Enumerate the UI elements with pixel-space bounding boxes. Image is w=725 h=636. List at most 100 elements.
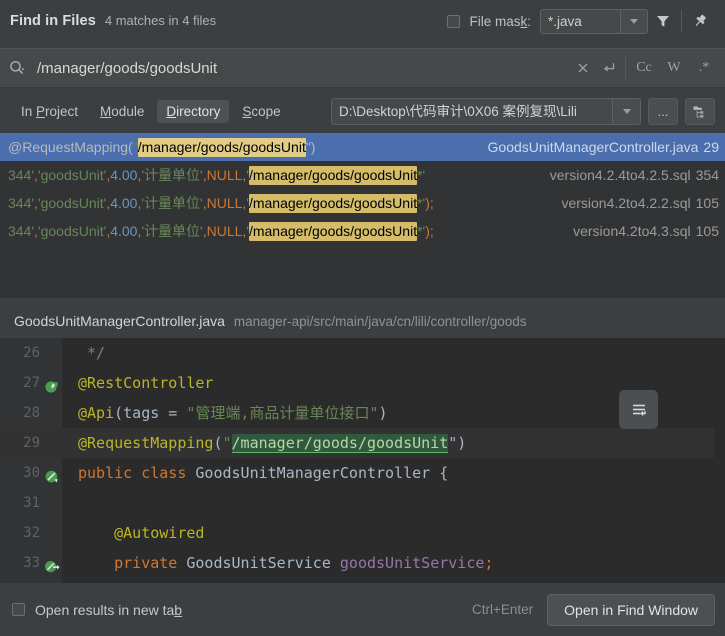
line-number: 26 [23,345,40,361]
code-line-text: @RestController [78,368,213,398]
code-segment: ; [484,554,494,572]
code-lines: 26 */27 @RestController 28 @Api(tags = "管理端… [0,338,725,578]
line-number: 29 [23,435,40,451]
chevron-down-icon [630,18,638,24]
open-in-find-window-button[interactable]: Open in Find Window [547,593,715,626]
search-input[interactable]: /manager/goods/goodsUnit [37,60,217,77]
code-segment: */ [78,344,106,362]
filter-button[interactable] [648,6,678,36]
result-text-segment: 4.00 [110,195,138,211]
file-mask-value[interactable]: *.java [541,9,620,33]
bean-class-icon[interactable] [44,465,60,483]
pin-button[interactable] [685,6,715,36]
match-case-toggle[interactable]: Cc [629,60,659,76]
dialog-header: Find in Files 4 matches in 4 files File … [0,0,725,42]
result-file-name: GoodsUnitManagerController.java [487,139,699,155]
preview-file-name: GoodsUnitManagerController.java [14,313,225,329]
line-number: 28 [23,405,40,421]
code-segment: ( [114,404,124,422]
result-text-segment: NULL [206,223,243,239]
result-row-text: 344', 'goodsUnit', 4.00, '计量单位', NULL, '… [0,165,425,185]
code-segment: private [78,554,187,572]
code-line: 31 [0,488,725,518]
result-row[interactable]: 344', 'goodsUnit', 4.00, '计量单位', NULL, '… [0,161,725,189]
new-line-button[interactable] [596,55,622,81]
result-text-segment: '计量单位' [141,223,203,239]
preview-file-header: GoodsUnitManagerController.java manager-… [0,304,725,338]
result-text-segment: 'goodsUnit' [37,223,107,239]
bean-inject-icon[interactable] [44,555,60,573]
result-row-location: GoodsUnitManagerController.java 29 [488,139,725,155]
dialog-footer: Open results in new tab Ctrl+Enter Open … [0,583,725,636]
result-text-segment: 344' [8,195,35,211]
result-text-segment: '计量单位' [141,167,203,183]
scope-tab-directory[interactable]: Directory [157,99,230,123]
match-highlight: /manager/goods/goodsUnit [137,137,306,157]
directory-dropdown-arrow[interactable] [612,98,640,124]
code-line: 27 @RestController [0,368,725,398]
result-text-segment: NULL [206,195,243,211]
line-number: 27 [23,375,40,391]
match-highlight: /manager/goods/goodsUnit [248,193,418,213]
bean-check-icon[interactable] [44,375,60,393]
code-segment: = [159,404,187,422]
open-results-new-tab-label[interactable]: Open results in new tab [35,602,182,618]
soft-wrap-icon [632,404,646,416]
code-line-text: @Api(tags = "管理端,商品计量单位接口") [78,398,388,428]
result-text-segment: *' [417,195,426,211]
code-preview[interactable]: 26 */27 @RestController 28 @Api(tags = "管理端… [0,338,725,583]
code-line: 28 @Api(tags = "管理端,商品计量单位接口") [0,398,725,428]
file-mask-checkbox[interactable] [447,14,461,28]
code-segment: " [222,434,232,452]
result-text-segment: @RequestMapping( [8,139,133,155]
code-segment: @Autowired [78,524,205,542]
shortcut-hint: Ctrl+Enter [472,602,534,617]
pin-icon [695,14,706,27]
scope-tab-in-project[interactable]: In Project [12,100,87,123]
file-mask-combo[interactable]: *.java [540,8,648,34]
result-text-segment: *' [417,223,426,239]
result-row-text: @RequestMapping("/manager/goods/goodsUni… [0,137,315,157]
words-toggle[interactable]: W [659,60,689,76]
editor-vertical-scrollbar-track[interactable] [714,338,725,583]
search-right-controls: Cc W .* [570,55,725,81]
open-results-new-tab-checkbox[interactable] [12,603,25,616]
file-mask-dropdown-arrow[interactable] [620,9,647,33]
scope-tab-module[interactable]: Module [91,100,153,123]
result-line-number: 105 [695,223,719,239]
directory-input[interactable]: D:\Desktop\代码审计\0X06 案例复现\Lili [332,98,612,124]
code-line-text: */ [78,338,105,368]
code-segment: "管理端,商品计量单位接口" [186,404,379,422]
browse-directory-button[interactable]: ... [648,97,678,125]
code-segment: @RestController [78,374,214,392]
result-text-segment: ); [425,195,434,211]
directory-combo[interactable]: D:\Desktop\代码审计\0X06 案例复现\Lili [331,97,641,125]
scope-row: In Project Module Directory Scope D:\Des… [0,89,725,133]
match-highlight: /manager/goods/goodsUnit [248,221,418,241]
regex-toggle[interactable]: .* [689,60,719,76]
find-in-files-dialog: Find in Files 4 matches in 4 files File … [0,0,725,636]
result-file-name: version4.2to4.3.sql [573,223,691,239]
line-number: 33 [23,555,40,571]
preview-file-path: manager-api/src/main/java/cn/lili/contro… [233,313,527,329]
soft-wrap-button[interactable] [619,390,658,429]
result-text-segment: NULL [206,167,243,183]
clear-search-button[interactable] [570,55,596,81]
scope-tab-scope[interactable]: Scope [233,100,289,123]
module-tree-button[interactable] [685,97,715,125]
code-segment: ( [213,434,223,452]
code-segment: @RequestMapping [78,434,214,452]
result-text-segment: 344' [8,223,35,239]
code-segment: tags [123,404,160,422]
result-line-number: 354 [695,167,719,183]
result-text-segment: 344' [8,167,35,183]
result-row[interactable]: 344', 'goodsUnit', 4.00, '计量单位', NULL, '… [0,217,725,245]
file-mask-label: File mask: [469,13,531,29]
result-row[interactable]: @RequestMapping("/manager/goods/goodsUni… [0,133,725,161]
search-options-button[interactable] [4,55,30,81]
code-line: 29 @RequestMapping("/manager/goods/goodsU… [0,428,725,458]
results-list[interactable]: @RequestMapping("/manager/goods/goodsUni… [0,133,725,298]
result-row[interactable]: 344', 'goodsUnit', 4.00, '计量单位', NULL, '… [0,189,725,217]
code-segment: @Api [78,404,115,422]
new-line-icon [603,63,615,72]
